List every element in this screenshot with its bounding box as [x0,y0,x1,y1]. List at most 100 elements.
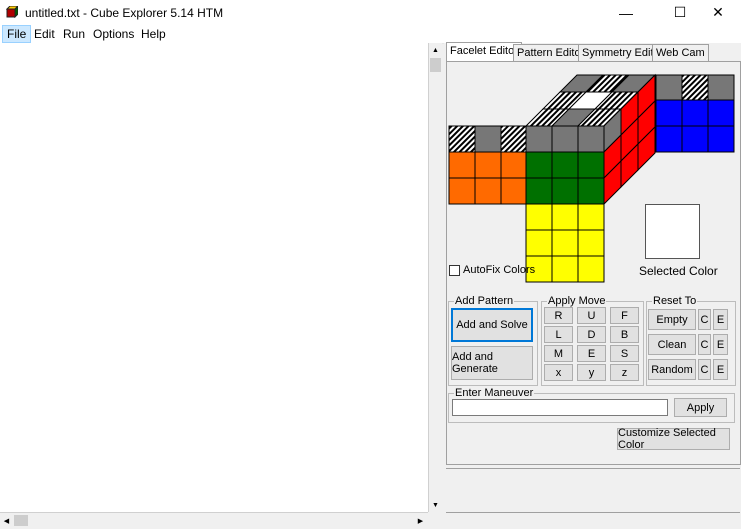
cube-green-facelet[interactable] [551,177,579,205]
move-button-R[interactable]: R [544,307,573,324]
cube-yellow-facelet[interactable] [577,203,605,231]
text-editor[interactable] [0,43,429,512]
tab-facelet-editor[interactable]: Facelet Editor [446,42,522,62]
cube-blue-facelet[interactable] [707,99,735,127]
autofix-checkbox[interactable] [449,265,460,276]
reset-empty-label: Empty [656,313,688,326]
cube-yellow-facelet[interactable] [525,229,553,257]
minimize-button[interactable]: — [603,0,649,25]
close-button[interactable]: ✕ [695,0,741,25]
cube-green-facelet[interactable] [577,177,605,205]
cube-front-top-facelet[interactable] [577,125,605,153]
cube-right-face[interactable] [655,74,735,153]
move-button-E[interactable]: E [577,345,606,362]
reset-empty-button[interactable]: Empty [648,309,696,330]
cube-front-face[interactable] [525,125,605,205]
cube-blue-facelet[interactable] [707,125,735,153]
reset-empty-c-button[interactable]: C [698,309,711,330]
cube-green-facelet[interactable] [577,151,605,179]
cube-orange-facelet[interactable] [448,177,476,205]
cube-left-top-facelet[interactable] [448,125,476,153]
menu-file[interactable]: File [2,25,32,43]
cube-orange-facelet[interactable] [500,151,528,179]
add-and-generate-button[interactable]: Add and Generate [451,346,533,380]
cube-blue-facelet[interactable] [681,125,709,153]
menu-edit[interactable]: Edit [30,25,59,43]
cube-yellow-facelet[interactable] [551,203,579,231]
move-button-B[interactable]: B [610,326,639,343]
horizontal-scrollbar[interactable]: ◀ ▶ [0,512,428,529]
cube-blue-facelet[interactable] [655,125,683,153]
scroll-left-icon[interactable]: ◀ [0,514,13,528]
reset-random-e-label: E [716,363,725,376]
reset-clean-button[interactable]: Clean [648,334,696,355]
move-button-D[interactable]: D [577,326,606,343]
apply-move-label: Apply Move [547,295,607,307]
cube-left-top-facelet[interactable] [474,125,502,153]
cube-left-top-facelet[interactable] [500,125,528,153]
minimize-icon: — [619,4,633,21]
cube-front-top-facelet[interactable] [525,125,553,153]
tab-web-cam[interactable]: Web Cam [652,44,709,61]
maneuver-input[interactable] [452,399,668,416]
menu-help[interactable]: Help [137,25,170,43]
cube-right-top-facelet[interactable] [707,74,735,101]
reset-clean-e-button[interactable]: E [713,334,728,355]
scroll-right-icon[interactable]: ▶ [414,514,427,528]
title-bar: untitled.txt - Cube Explorer 5.14 HTM — … [0,0,741,25]
menu-run[interactable]: Run [59,25,89,43]
cube-blue-facelet[interactable] [655,99,683,127]
reset-clean-c-label: C [700,338,709,351]
cube-orange-facelet[interactable] [500,177,528,205]
cube-right-top-facelet[interactable] [681,74,709,101]
cube-bottom-face[interactable] [525,203,605,283]
cube-blue-facelet[interactable] [681,99,709,127]
move-button-S[interactable]: S [610,345,639,362]
move-button-U[interactable]: U [577,307,606,324]
reset-clean-e-label: E [716,338,725,351]
move-button-x[interactable]: x [544,364,573,381]
add-and-solve-button[interactable]: Add and Solve [451,308,533,342]
scroll-down-icon[interactable]: ▼ [429,498,442,512]
move-button-M[interactable]: M [544,345,573,362]
move-button-y[interactable]: y [577,364,606,381]
menu-options[interactable]: Options [89,25,138,43]
cube-orange-facelet[interactable] [474,177,502,205]
move-button-z[interactable]: z [610,364,639,381]
scroll-up-icon[interactable]: ▲ [429,43,442,57]
reset-random-e-button[interactable]: E [713,359,728,380]
reset-to-label: Reset To [652,295,698,307]
cube-yellow-facelet[interactable] [551,229,579,257]
cube-front-top-facelet[interactable] [551,125,579,153]
cube-green-facelet[interactable] [525,177,553,205]
reset-random-c-button[interactable]: C [698,359,711,380]
menu-bar: File Edit Run Options Help [0,25,741,44]
reset-random-button[interactable]: Random [648,359,696,380]
move-button-L[interactable]: L [544,326,573,343]
cube-green-facelet[interactable] [551,151,579,179]
cube-orange-facelet[interactable] [448,151,476,179]
horizontal-scroll-thumb[interactable] [14,515,28,526]
move-button-F[interactable]: F [610,307,639,324]
customize-selected-color-button[interactable]: Customize Selected Color [617,427,730,451]
cube-orange-facelet[interactable] [474,151,502,179]
cube-yellow-facelet[interactable] [577,229,605,257]
reset-random-label: Random [651,363,693,376]
apply-maneuver-button[interactable]: Apply [674,398,727,417]
reset-clean-c-button[interactable]: C [698,334,711,355]
apply-maneuver-label: Apply [686,401,715,414]
cube-left-face[interactable] [448,125,528,205]
cube-yellow-facelet[interactable] [525,203,553,231]
enter-maneuver-label: Enter Maneuver [454,387,535,399]
cube-yellow-facelet[interactable] [551,255,579,283]
vertical-scroll-thumb[interactable] [430,58,441,72]
app-cube-icon [6,6,18,18]
reset-empty-e-button[interactable]: E [713,309,728,330]
add-pattern-label: Add Pattern [454,295,515,307]
cube-right-top-facelet[interactable] [655,74,683,101]
tab-pattern-editor[interactable]: Pattern Editor [513,44,589,61]
cube-yellow-facelet[interactable] [577,255,605,283]
cube-green-facelet[interactable] [525,151,553,179]
panel-divider [446,468,740,469]
vertical-scrollbar[interactable]: ▲ ▼ [428,43,442,512]
